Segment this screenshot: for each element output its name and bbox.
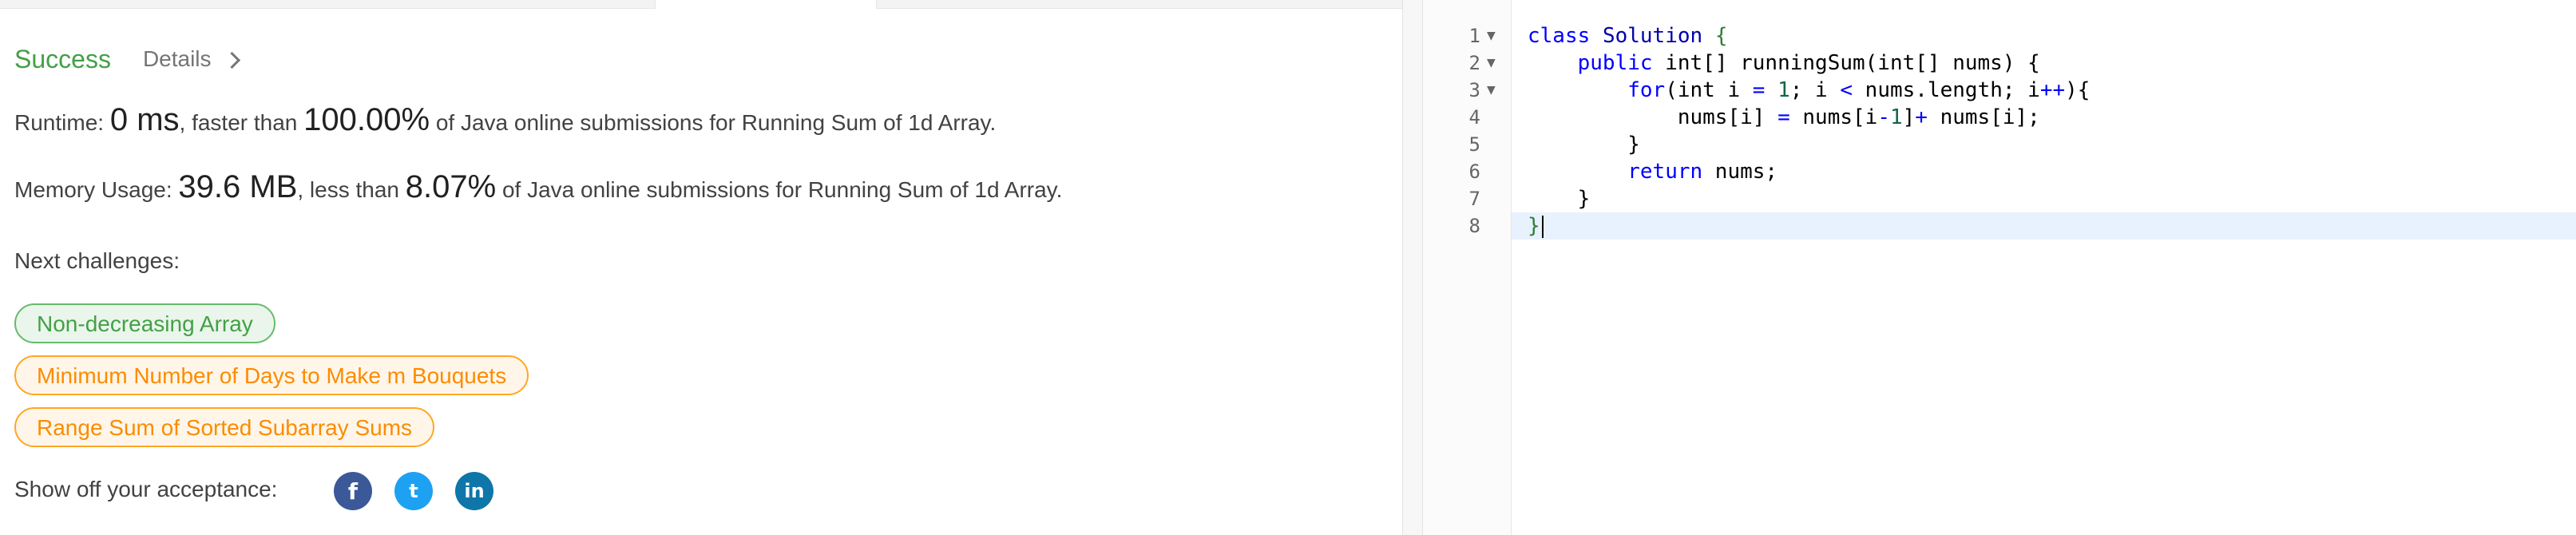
challenge-tag-non-decreasing-array[interactable]: Non-decreasing Array <box>14 303 275 343</box>
code-line-3: for(int i = 1; i < nums.length; i++){ <box>1627 78 2091 102</box>
memory-percent: 8.07% <box>405 169 497 204</box>
details-label: Details <box>142 46 212 71</box>
memory-tail-text: of Java online submissions for Running S… <box>496 177 1063 202</box>
status-success-label: Success <box>14 44 111 73</box>
result-header: Success Details <box>14 35 240 83</box>
submission-result-panel <box>0 9 1402 535</box>
runtime-stat: Runtime: 0 ms, faster than 100.00% of Ja… <box>14 102 996 138</box>
share-label: Show off your acceptance: <box>14 477 278 501</box>
code-line-1: class Solution { <box>1528 24 1728 48</box>
code-editor[interactable]: 1 ▼ 2 ▼ 3 ▼ 4 5 6 7 8 class Solution { publ… <box>1423 0 2576 535</box>
panel-resize-handle[interactable] <box>1402 0 1423 535</box>
editor-gutter: 1 ▼ 2 ▼ 3 ▼ 4 5 6 7 8 <box>1423 0 1512 535</box>
memory-mid-text: , less than <box>297 177 406 202</box>
fold-arrow-icon[interactable]: ▼ <box>1487 50 1496 77</box>
memory-stat: Memory Usage: 39.6 MB, less than 8.07% o… <box>14 169 1062 205</box>
code-line-8: } <box>1528 212 1544 240</box>
active-tab[interactable] <box>655 0 877 9</box>
line-number: 3 <box>1468 79 1480 101</box>
details-link[interactable]: Details <box>142 46 240 72</box>
line-number: 5 <box>1468 133 1480 156</box>
code-line-6: return nums; <box>1627 160 1778 184</box>
facebook-icon[interactable]: f <box>334 472 372 510</box>
runtime-mid-text: , faster than <box>179 110 304 135</box>
runtime-value: 0 ms <box>109 102 180 137</box>
code-line-4: nums[i] = nums[i-1]+ nums[i]; <box>1528 105 2040 129</box>
line-number: 4 <box>1468 106 1480 129</box>
fold-arrow-icon[interactable]: ▼ <box>1487 22 1496 50</box>
fold-arrow-icon[interactable]: ▼ <box>1487 77 1496 104</box>
line-number: 2 <box>1468 52 1480 74</box>
code-text-area[interactable]: class Solution { public int[] runningSum… <box>1512 0 2576 535</box>
code-line-7: } <box>1528 187 1591 211</box>
runtime-label: Runtime: <box>14 110 110 135</box>
twitter-icon[interactable]: t <box>394 472 433 510</box>
line-number: 6 <box>1468 160 1480 183</box>
challenge-tag-minimum-days-bouquets[interactable]: Minimum Number of Days to Make m Bouquet… <box>14 355 529 395</box>
current-line-highlight: } <box>1512 212 2576 240</box>
text-cursor <box>1541 215 1544 238</box>
memory-label: Memory Usage: <box>14 177 179 202</box>
linkedin-icon[interactable]: in <box>455 472 493 510</box>
panel-tab-strip <box>0 0 1402 9</box>
next-challenges-title: Next challenges: <box>14 248 180 273</box>
runtime-percent: 100.00% <box>303 102 430 137</box>
code-line-2: public int[] runningSum(int[] nums) { <box>1577 51 2040 75</box>
code-line-5: } <box>1528 133 1640 157</box>
challenge-tag-range-sum-sorted-subarray[interactable]: Range Sum of Sorted Subarray Sums <box>14 407 435 447</box>
line-number: 1 <box>1468 25 1480 47</box>
chevron-right-icon <box>223 51 240 69</box>
memory-value: 39.6 MB <box>178 169 298 204</box>
runtime-tail-text: of Java online submissions for Running S… <box>430 110 997 135</box>
line-number: 7 <box>1468 188 1480 210</box>
line-number: 8 <box>1468 215 1480 237</box>
